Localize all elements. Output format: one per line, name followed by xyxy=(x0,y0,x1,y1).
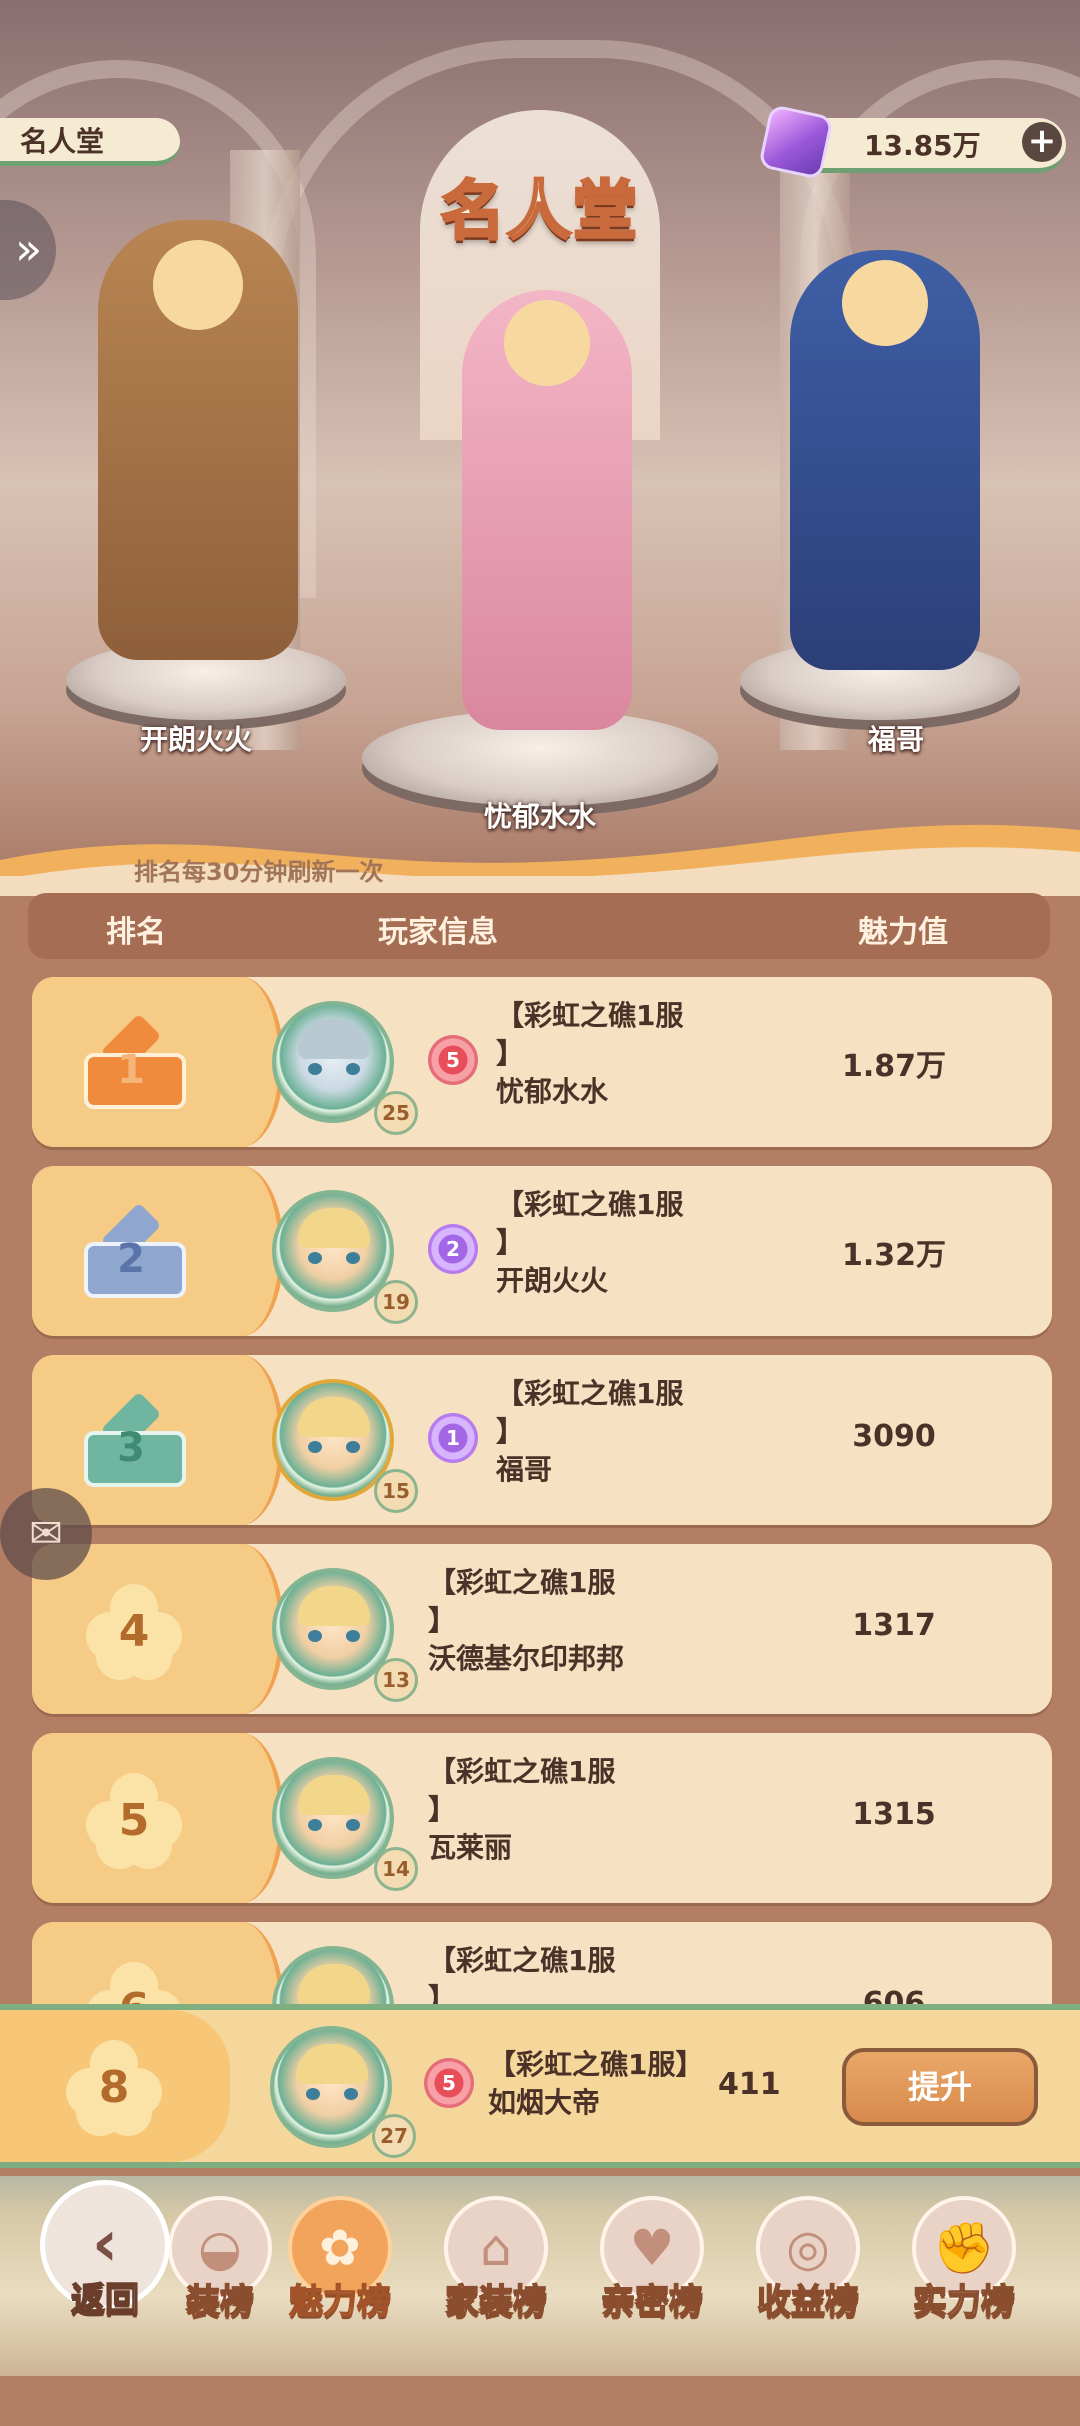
table-row[interactable]: 2 19 2 【彩虹之礁1服 】 开朗火火 1.32万 xyxy=(32,1166,1052,1336)
tab-label: 亲密榜 xyxy=(600,2281,704,2323)
charm-value: 1.87万 xyxy=(841,1049,947,1084)
my-player-name: 如烟大帝 xyxy=(488,2086,601,2119)
chat-button[interactable]: ✉ xyxy=(0,1488,92,1580)
server-name: 【彩虹之礁1服 xyxy=(496,1377,684,1410)
player-name: 沃德基尔印邦邦 xyxy=(428,1642,625,1675)
server-close: 】 xyxy=(428,1604,457,1637)
tab-label: 家装榜 xyxy=(444,2281,548,2323)
table-header: 排名 玩家信息 魅力值 xyxy=(28,893,1050,959)
character-right[interactable] xyxy=(790,250,980,670)
my-level-badge: 27 xyxy=(372,2114,416,2158)
player-name: 开朗火火 xyxy=(496,1264,609,1297)
podium-name-second: 开朗火火 xyxy=(139,723,252,756)
ranking-list[interactable]: 1 25 5 【彩虹之礁1服 】 忧郁水水 1.87万 2 19 2 【彩虹之礁… xyxy=(0,975,1080,2015)
double-chevron-icon: » xyxy=(15,224,42,275)
back-arrow-icon: ‹ xyxy=(91,2207,119,2281)
add-currency-button[interactable]: + xyxy=(1022,122,1062,162)
level-badge: 25 xyxy=(374,1091,418,1135)
refresh-notice: 排名每30分钟刷新一次 xyxy=(134,858,384,886)
charm-value: 1.32万 xyxy=(841,1238,947,1273)
my-charm-value: 411 xyxy=(718,2067,781,2102)
rank-number: 3 xyxy=(117,1425,145,1471)
table-row[interactable]: 5 14 【彩虹之礁1服 】 瓦莱丽 1315 xyxy=(32,1733,1052,1903)
table-row[interactable]: 4 13 【彩虹之礁1服 】 沃德基尔印邦邦 1317 xyxy=(32,1544,1052,1714)
rank-number: 1 xyxy=(117,1047,145,1093)
back-label: 返回 xyxy=(70,2279,140,2321)
player-name: 瓦莱丽 xyxy=(428,1831,513,1864)
table-row[interactable]: 6 【彩虹之礁1服 】 606 xyxy=(32,1922,1052,2015)
rank-number: 4 xyxy=(118,1606,150,1657)
my-server-name: 【彩虹之礁1服】 xyxy=(488,2048,704,2081)
server-name: 【彩虹之礁1服 xyxy=(428,1944,616,1977)
gold-crown-icon: 1 xyxy=(78,1009,186,1109)
server-name: 【彩虹之礁1服 xyxy=(496,1188,684,1221)
level-badge: 14 xyxy=(374,1847,418,1891)
charm-value: 1317 xyxy=(852,1608,936,1643)
level-badge: 19 xyxy=(374,1280,418,1324)
player-name: 福哥 xyxy=(496,1453,553,1486)
charm-value: 1315 xyxy=(852,1797,936,1832)
server-name: 【彩虹之礁1服 xyxy=(496,999,684,1032)
header-rank: 排名 xyxy=(106,915,166,950)
charm-value: 3090 xyxy=(852,1419,936,1454)
flower-rank-icon: 5 xyxy=(86,1773,182,1869)
server-close: 】 xyxy=(496,1226,525,1259)
my-rank-number: 8 xyxy=(98,2062,130,2113)
server-name: 【彩虹之礁1服 xyxy=(428,1566,616,1599)
podium-name-third: 福哥 xyxy=(867,723,924,756)
bronze-crown-icon: 3 xyxy=(78,1387,186,1487)
my-vip-badge: 5 xyxy=(424,2058,474,2108)
tab-income-ranking[interactable]: ◎ 收益榜 xyxy=(748,2196,868,2356)
character-left[interactable] xyxy=(98,220,298,660)
currency-bar: 13.85万 + xyxy=(758,104,1066,180)
tab-intimacy-ranking[interactable]: ♥ 亲密榜 xyxy=(592,2196,712,2356)
level-badge: 13 xyxy=(374,1658,418,1702)
vip-badge: 5 xyxy=(428,1035,478,1085)
level-badge: 15 xyxy=(374,1469,418,1513)
server-close: 】 xyxy=(428,1793,457,1826)
header-player: 玩家信息 xyxy=(378,915,498,950)
my-rank-bar: 8 27 5 【彩虹之礁1服】 如烟大帝 411 提升 xyxy=(0,2004,1080,2168)
improve-button[interactable]: 提升 xyxy=(842,2048,1038,2126)
flower-rank-icon: 8 xyxy=(66,2040,162,2136)
vip-badge: 2 xyxy=(428,1224,478,1274)
character-center[interactable] xyxy=(462,290,632,730)
tab-label: 魅力榜 xyxy=(288,2281,392,2323)
rank-number: 2 xyxy=(117,1236,145,1282)
flower-rank-icon: 4 xyxy=(86,1584,182,1680)
server-close: 】 xyxy=(496,1037,525,1070)
currency-value: 13.85万 xyxy=(864,129,981,162)
rank-number: 5 xyxy=(118,1795,150,1846)
vip-badge: 1 xyxy=(428,1413,478,1463)
tab-home-ranking[interactable]: ⌂ 家装榜 xyxy=(436,2196,556,2356)
header-charm: 魅力值 xyxy=(858,915,948,950)
gem-icon xyxy=(758,104,834,180)
server-name: 【彩虹之礁1服 xyxy=(428,1755,616,1788)
chat-bubble-icon: ✉ xyxy=(29,1511,63,1557)
tab-charm-ranking[interactable]: ✿ 魅力榜 xyxy=(280,2196,400,2356)
section-label: 名人堂 xyxy=(0,118,180,166)
server-close: 】 xyxy=(496,1415,525,1448)
tab-label: 实力榜 xyxy=(912,2281,1016,2323)
player-name: 忧郁水水 xyxy=(496,1075,609,1108)
table-row[interactable]: 3 15 1 【彩虹之礁1服 】 福哥 3090 xyxy=(32,1355,1052,1525)
tab-label: 收益榜 xyxy=(756,2281,860,2323)
page-title: 名人堂 xyxy=(440,174,639,251)
silver-crown-icon: 2 xyxy=(78,1198,186,1298)
tab-strength-ranking[interactable]: ✊ 实力榜 xyxy=(904,2196,1024,2356)
table-row[interactable]: 1 25 5 【彩虹之礁1服 】 忧郁水水 1.87万 xyxy=(32,977,1052,1147)
